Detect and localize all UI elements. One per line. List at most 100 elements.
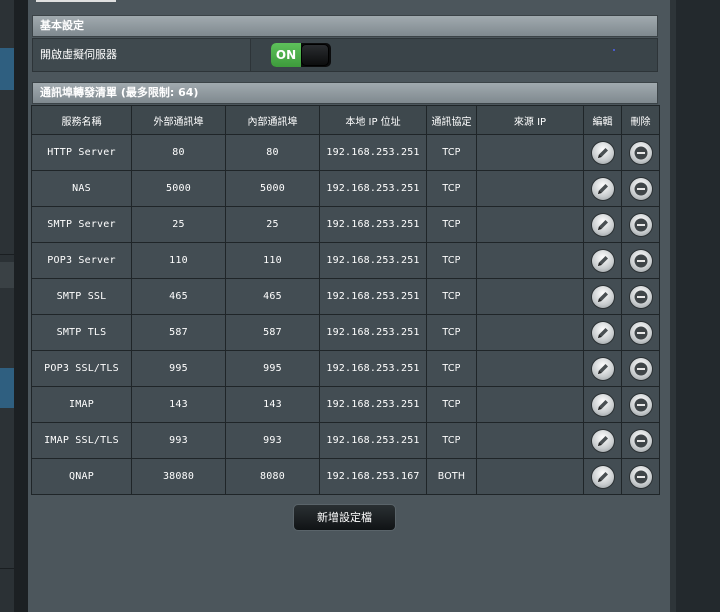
delete-cell (621, 386, 660, 423)
protocol-cell: TCP (426, 242, 477, 279)
delete-minus-icon[interactable] (629, 357, 652, 380)
service-name-cell: IMAP SSL/TLS (31, 422, 132, 459)
edit-pencil-icon[interactable] (591, 213, 614, 236)
protocol-cell: TCP (426, 170, 477, 207)
virtual-server-label: 開啟虛擬伺服器 (33, 39, 251, 71)
service-name-cell: POP3 SSL/TLS (31, 350, 132, 387)
edit-pencil-icon[interactable] (591, 465, 614, 488)
table-row: SMTP SSL 465 465 192.168.253.251 TCP (31, 278, 660, 315)
delete-minus-icon[interactable] (629, 249, 652, 272)
col-local-ip: 本地 IP 位址 (319, 105, 427, 135)
internal-port-cell: 993 (225, 422, 320, 459)
edit-cell (583, 422, 622, 459)
external-port-cell: 110 (131, 242, 226, 279)
virtual-server-toggle[interactable]: ON (271, 43, 331, 67)
external-port-cell: 25 (131, 206, 226, 243)
edit-cell (583, 458, 622, 495)
edit-pencil-icon[interactable] (591, 141, 614, 164)
protocol-cell: TCP (426, 350, 477, 387)
table-row: IMAP SSL/TLS 993 993 192.168.253.251 TCP (31, 422, 660, 459)
table-row: POP3 Server 110 110 192.168.253.251 TCP (31, 242, 660, 279)
external-port-cell: 993 (131, 422, 226, 459)
external-port-cell: 465 (131, 278, 226, 315)
external-port-cell: 143 (131, 386, 226, 423)
delete-cell (621, 422, 660, 459)
local-ip-cell: 192.168.253.251 (319, 206, 427, 243)
col-source-ip: 來源 IP (476, 105, 584, 135)
local-ip-cell: 192.168.253.251 (319, 242, 427, 279)
delete-minus-icon[interactable] (629, 213, 652, 236)
external-port-cell: 5000 (131, 170, 226, 207)
internal-port-cell: 80 (225, 134, 320, 171)
protocol-cell: TCP (426, 134, 477, 171)
internal-port-cell: 995 (225, 350, 320, 387)
local-ip-cell: 192.168.253.251 (319, 278, 427, 315)
delete-cell (621, 170, 660, 207)
port-forwarding-table: 服務名稱 外部通訊埠 內部通訊埠 本地 IP 位址 通訊協定 來源 IP 編輯 … (31, 105, 660, 495)
local-ip-cell: 192.168.253.251 (319, 386, 427, 423)
delete-minus-icon[interactable] (629, 285, 652, 308)
add-profile-button[interactable]: 新增設定檔 (293, 504, 396, 531)
external-port-cell: 80 (131, 134, 226, 171)
service-name-cell: SMTP SSL (31, 278, 132, 315)
source-ip-cell (476, 170, 584, 207)
local-ip-cell: 192.168.253.251 (319, 350, 427, 387)
delete-cell (621, 458, 660, 495)
edit-pencil-icon[interactable] (591, 285, 614, 308)
source-ip-cell (476, 422, 584, 459)
edit-cell (583, 134, 622, 171)
local-ip-cell: 192.168.253.167 (319, 458, 427, 495)
external-port-cell: 587 (131, 314, 226, 351)
service-name-cell: HTTP Server (31, 134, 132, 171)
service-name-cell: NAS (31, 170, 132, 207)
service-name-cell: POP3 Server (31, 242, 132, 279)
edit-cell (583, 386, 622, 423)
edit-pencil-icon[interactable] (591, 321, 614, 344)
service-name-cell: QNAP (31, 458, 132, 495)
virtual-server-toggle-row: 開啟虛擬伺服器 ON (32, 38, 658, 72)
source-ip-cell (476, 278, 584, 315)
delete-cell (621, 350, 660, 387)
source-ip-cell (476, 134, 584, 171)
internal-port-cell: 110 (225, 242, 320, 279)
delete-minus-icon[interactable] (629, 177, 652, 200)
source-ip-cell (476, 458, 584, 495)
source-ip-cell (476, 206, 584, 243)
col-service-name: 服務名稱 (31, 105, 132, 135)
delete-minus-icon[interactable] (629, 465, 652, 488)
service-name-cell: IMAP (31, 386, 132, 423)
col-delete: 刪除 (621, 105, 660, 135)
edit-pencil-icon[interactable] (591, 429, 614, 452)
internal-port-cell: 587 (225, 314, 320, 351)
service-name-cell: SMTP TLS (31, 314, 132, 351)
left-gap (14, 0, 28, 612)
external-port-cell: 995 (131, 350, 226, 387)
protocol-cell: TCP (426, 278, 477, 315)
protocol-cell: TCP (426, 422, 477, 459)
edit-pencil-icon[interactable] (591, 393, 614, 416)
col-internal-port: 內部通訊埠 (225, 105, 320, 135)
delete-minus-icon[interactable] (629, 429, 652, 452)
local-ip-cell: 192.168.253.251 (319, 170, 427, 207)
edit-pencil-icon[interactable] (591, 357, 614, 380)
right-strip (670, 0, 720, 612)
port-forwarding-header: 通訊埠轉發清單 (最多限制: 64) (32, 82, 658, 104)
basic-config-header: 基本設定 (32, 15, 658, 37)
delete-minus-icon[interactable] (629, 393, 652, 416)
protocol-cell: TCP (426, 386, 477, 423)
edit-cell (583, 206, 622, 243)
edit-pencil-icon[interactable] (591, 249, 614, 272)
source-ip-cell (476, 242, 584, 279)
internal-port-cell: 465 (225, 278, 320, 315)
delete-minus-icon[interactable] (629, 321, 652, 344)
delete-cell (621, 314, 660, 351)
local-ip-cell: 192.168.253.251 (319, 134, 427, 171)
table-row: HTTP Server 80 80 192.168.253.251 TCP (31, 134, 660, 171)
toggle-on-label: ON (271, 43, 301, 67)
internal-port-cell: 8080 (225, 458, 320, 495)
table-row: POP3 SSL/TLS 995 995 192.168.253.251 TCP (31, 350, 660, 387)
internal-port-cell: 5000 (225, 170, 320, 207)
table-row: SMTP TLS 587 587 192.168.253.251 TCP (31, 314, 660, 351)
delete-minus-icon[interactable] (629, 141, 652, 164)
edit-pencil-icon[interactable] (591, 177, 614, 200)
